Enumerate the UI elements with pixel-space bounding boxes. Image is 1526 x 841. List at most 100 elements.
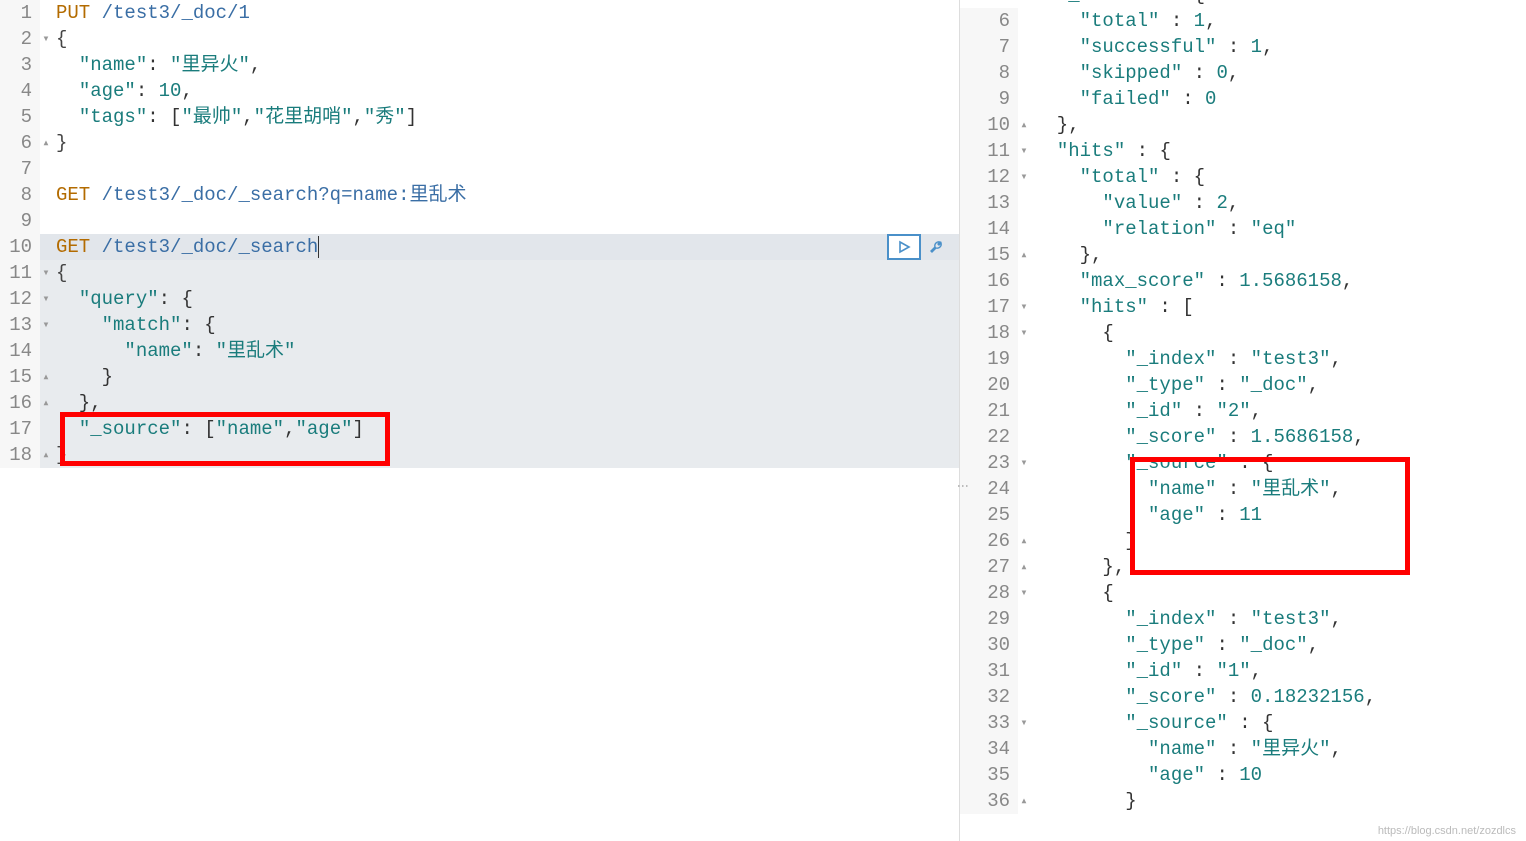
code-content[interactable]: "successful" : 1, [1030,34,1526,60]
code-content[interactable]: "value" : 2, [1030,190,1526,216]
response-pane[interactable]: _shards . {6 "total" : 1,7 "successful" … [960,0,1526,841]
code-content[interactable]: "hits" : { [1030,138,1526,164]
code-content[interactable]: "query": { [52,286,959,312]
fold-toggle-icon[interactable]: ▾ [1018,320,1030,346]
code-line[interactable]: 22 "_score" : 1.5686158, [960,424,1526,450]
code-line[interactable]: 9 "failed" : 0 [960,86,1526,112]
code-content[interactable]: } [52,364,959,390]
code-line[interactable]: 28▾ { [960,580,1526,606]
fold-toggle-icon[interactable]: ▴ [1018,554,1030,580]
run-query-button[interactable] [887,234,921,260]
code-content[interactable]: "age" : 10 [1030,762,1526,788]
code-content[interactable]: } [52,442,959,468]
code-line[interactable]: 3 "name": "里异火", [0,52,959,78]
code-line[interactable]: 12▾ "total" : { [960,164,1526,190]
code-content[interactable]: "hits" : [ [1030,294,1526,320]
fold-toggle-icon[interactable]: ▴ [40,130,52,156]
code-content[interactable]: GET /test3/_doc/_search?q=name:里乱术 [52,182,959,208]
code-line[interactable]: 19 "_index" : "test3", [960,346,1526,372]
code-line[interactable]: 6 "total" : 1, [960,8,1526,34]
code-line[interactable]: 21 "_id" : "2", [960,398,1526,424]
code-line[interactable]: 6▴} [0,130,959,156]
code-line[interactable]: 16▴ }, [0,390,959,416]
code-line[interactable]: 18▴} [0,442,959,468]
code-content[interactable]: GET /test3/_doc/_search [52,234,959,260]
code-line[interactable]: 24 "name" : "里乱术", [960,476,1526,502]
fold-toggle-icon[interactable]: ▾ [40,312,52,338]
code-content[interactable]: "_id" : "2", [1030,398,1526,424]
fold-toggle-icon[interactable]: ▴ [1018,112,1030,138]
code-line[interactable]: 33▾ "_source" : { [960,710,1526,736]
code-content[interactable]: "_index" : "test3", [1030,606,1526,632]
code-line[interactable]: 31 "_id" : "1", [960,658,1526,684]
code-line[interactable]: 11▾{ [0,260,959,286]
code-line[interactable]: 8 "skipped" : 0, [960,60,1526,86]
code-line[interactable]: 23▾ "_source" : { [960,450,1526,476]
fold-toggle-icon[interactable]: ▴ [1018,528,1030,554]
code-content[interactable]: "_source" : { [1030,710,1526,736]
code-content[interactable]: }, [52,390,959,416]
code-content[interactable]: { [1030,320,1526,346]
code-content[interactable]: { [1030,580,1526,606]
code-content[interactable]: "age" : 11 [1030,502,1526,528]
code-line[interactable]: _shards . { [960,0,1526,8]
pane-resize-handle[interactable]: ⋮ [955,480,969,490]
code-content[interactable]: "tags": ["最帅","花里胡哨","秀"] [52,104,959,130]
code-line[interactable]: 29 "_index" : "test3", [960,606,1526,632]
code-line[interactable]: 26▴ } [960,528,1526,554]
fold-toggle-icon[interactable]: ▴ [40,442,52,468]
code-content[interactable]: "_type" : "_doc", [1030,372,1526,398]
code-line[interactable]: 18▾ { [960,320,1526,346]
fold-toggle-icon[interactable]: ▾ [40,286,52,312]
fold-toggle-icon[interactable]: ▾ [1018,294,1030,320]
fold-toggle-icon[interactable]: ▾ [1018,450,1030,476]
fold-toggle-icon[interactable]: ▾ [1018,138,1030,164]
code-line[interactable]: 13▾ "match": { [0,312,959,338]
fold-toggle-icon[interactable]: ▴ [1018,242,1030,268]
code-line[interactable]: 11▾ "hits" : { [960,138,1526,164]
code-content[interactable]: PUT /test3/_doc/1 [52,0,959,26]
code-line[interactable]: 10▴ }, [960,112,1526,138]
code-content[interactable]: "relation" : "eq" [1030,216,1526,242]
code-line[interactable]: 15▴ }, [960,242,1526,268]
code-line[interactable]: 17▾ "hits" : [ [960,294,1526,320]
code-line[interactable]: 15▴ } [0,364,959,390]
code-content[interactable]: _shards . { [1030,0,1526,8]
code-content[interactable]: { [52,260,959,286]
code-line[interactable]: 10GET /test3/_doc/_search [0,234,959,260]
code-line[interactable]: 25 "age" : 11 [960,502,1526,528]
code-line[interactable]: 14 "relation" : "eq" [960,216,1526,242]
code-content[interactable]: "_score" : 1.5686158, [1030,424,1526,450]
code-line[interactable]: 36▴ } [960,788,1526,814]
code-content[interactable]: "name": "里乱术" [52,338,959,364]
code-line[interactable]: 2▾{ [0,26,959,52]
code-content[interactable]: "name" : "里异火", [1030,736,1526,762]
code-line[interactable]: 16 "max_score" : 1.5686158, [960,268,1526,294]
code-content[interactable]: "_index" : "test3", [1030,346,1526,372]
code-content[interactable]: } [1030,788,1526,814]
code-content[interactable]: }, [1030,112,1526,138]
code-line[interactable]: 7 [0,156,959,182]
code-line[interactable]: 17 "_source": ["name","age"] [0,416,959,442]
code-line[interactable]: 27▴ }, [960,554,1526,580]
code-line[interactable]: 12▾ "query": { [0,286,959,312]
code-line[interactable]: 4 "age": 10, [0,78,959,104]
code-line[interactable]: 34 "name" : "里异火", [960,736,1526,762]
code-line[interactable]: 20 "_type" : "_doc", [960,372,1526,398]
code-content[interactable]: }, [1030,242,1526,268]
code-content[interactable]: "total" : { [1030,164,1526,190]
fold-toggle-icon[interactable]: ▴ [1018,788,1030,814]
code-content[interactable]: "name": "里异火", [52,52,959,78]
fold-toggle-icon[interactable]: ▴ [40,390,52,416]
code-content[interactable]: "skipped" : 0, [1030,60,1526,86]
code-content[interactable]: "age": 10, [52,78,959,104]
code-content[interactable]: "_type" : "_doc", [1030,632,1526,658]
fold-toggle-icon[interactable]: ▾ [40,26,52,52]
fold-toggle-icon[interactable]: ▾ [40,260,52,286]
fold-toggle-icon[interactable]: ▴ [40,364,52,390]
fold-toggle-icon[interactable]: ▾ [1018,580,1030,606]
code-line[interactable]: 13 "value" : 2, [960,190,1526,216]
code-content[interactable]: }, [1030,554,1526,580]
code-content[interactable]: { [52,26,959,52]
code-line[interactable]: 1PUT /test3/_doc/1 [0,0,959,26]
